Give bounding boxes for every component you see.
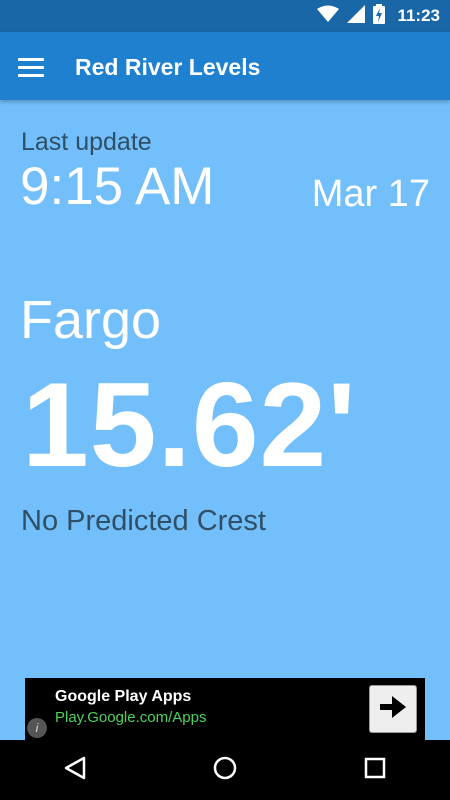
app-bar: Red River Levels xyxy=(0,32,450,100)
signal-icon xyxy=(347,4,366,28)
info-icon[interactable]: i xyxy=(27,718,47,738)
crest-status: No Predicted Crest xyxy=(21,505,266,537)
ad-url[interactable]: Play.Google.com/Apps xyxy=(55,709,206,726)
status-icons: 11:23 xyxy=(317,0,440,32)
ad-title[interactable]: Google Play Apps xyxy=(55,688,191,706)
battery-charging-icon xyxy=(373,3,386,29)
last-update-label: Last update xyxy=(21,128,152,156)
update-date: Mar 17 xyxy=(311,173,430,215)
update-time: 9:15 AM xyxy=(20,157,215,216)
menu-line xyxy=(18,65,44,69)
back-button[interactable] xyxy=(45,740,105,800)
recents-button[interactable] xyxy=(345,740,405,800)
status-bar: 11:23 xyxy=(0,0,450,32)
hamburger-menu-icon[interactable] xyxy=(18,50,52,84)
menu-line xyxy=(18,73,44,77)
city-name: Fargo xyxy=(20,290,162,350)
navigation-bar xyxy=(0,740,450,800)
main-content: Last update 9:15 AM Mar 17 Fargo 15.62' … xyxy=(0,100,450,740)
back-icon xyxy=(64,756,86,785)
status-time: 11:23 xyxy=(397,6,440,25)
recents-icon xyxy=(364,757,386,784)
menu-line xyxy=(18,57,44,61)
app-title: Red River Levels xyxy=(75,54,261,80)
home-icon xyxy=(213,756,237,785)
wifi-icon xyxy=(317,5,340,28)
home-button[interactable] xyxy=(195,740,255,800)
river-level: 15.62' xyxy=(22,358,357,492)
ad-banner[interactable]: Google Play Apps Play.Google.com/Apps i xyxy=(25,678,425,740)
arrow-right-icon xyxy=(380,695,406,723)
ad-action-button[interactable] xyxy=(369,685,417,733)
